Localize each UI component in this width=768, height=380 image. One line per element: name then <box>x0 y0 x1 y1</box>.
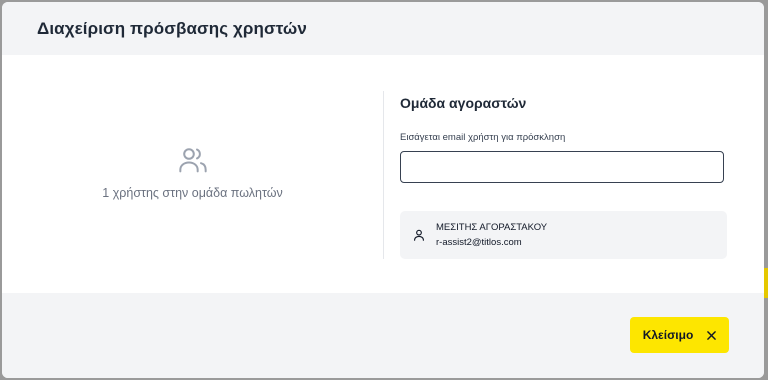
member-name: ΜΕΣΙΤΗΣ ΑΓΟΡΑΣΤΑΚΟΥ <box>436 222 548 233</box>
panel-divider <box>383 91 384 259</box>
sellers-panel: 1 χρήστης στην ομάδα πωλητών <box>2 55 383 293</box>
member-info: ΜΕΣΙΤΗΣ ΑΓΟΡΑΣΤΑΚΟΥ r-assist2@titlos.com <box>436 220 547 250</box>
invite-email-input[interactable] <box>400 151 724 183</box>
user-access-dialog: Διαχείριση πρόσβασης χρηστών 1 χρήστης σ… <box>2 2 764 378</box>
close-button-label: Κλείσιμο <box>642 328 694 342</box>
buyer-member-card: ΜΕΣΙΤΗΣ ΑΓΟΡΑΣΤΑΚΟΥ r-assist2@titlos.com <box>400 211 727 259</box>
sellers-count-text: 1 χρήστης στην ομάδα πωλητών <box>102 186 283 200</box>
invite-email-label: Εισάγεται email χρήστη για πρόσκληση <box>400 132 566 143</box>
user-icon <box>414 229 424 241</box>
member-email: r-assist2@titlos.com <box>436 237 522 248</box>
background-page-fragment <box>764 268 768 298</box>
dialog-header: Διαχείριση πρόσβασης χρηστών <box>2 2 764 55</box>
dialog-body: 1 χρήστης στην ομάδα πωλητών Ομάδα αγορα… <box>2 55 764 293</box>
buyers-panel: Ομάδα αγοραστών Εισάγεται email χρήστη γ… <box>400 55 730 293</box>
buyers-group-title: Ομάδα αγοραστών <box>400 95 527 111</box>
users-icon <box>178 148 207 173</box>
close-icon <box>707 330 717 340</box>
dialog-title: Διαχείριση πρόσβασης χρηστών <box>37 18 307 38</box>
dialog-footer: Κλείσιμο <box>2 293 764 378</box>
close-button[interactable]: Κλείσιμο <box>630 317 729 353</box>
